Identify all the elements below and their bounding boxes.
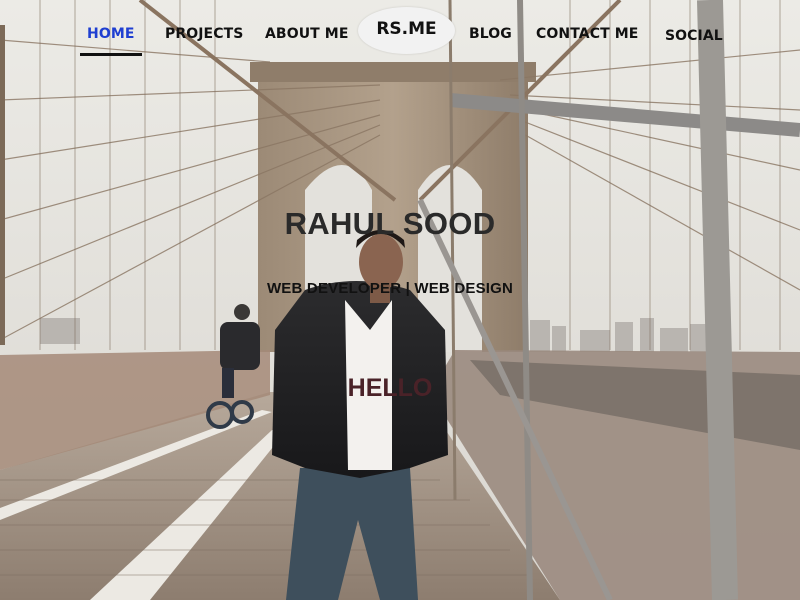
- nav-blog-link[interactable]: BLOG: [469, 26, 512, 42]
- site-logo[interactable]: RS.ME: [358, 7, 455, 54]
- nav-active-underline: [80, 53, 142, 56]
- hero-name: RAHUL SOOD: [284, 206, 496, 241]
- nav-home-link[interactable]: HOME: [87, 26, 135, 42]
- hero-subtitle: WEB DEVELOPER | WEB DESIGN: [266, 280, 514, 297]
- hero-background-photo: [0, 0, 800, 600]
- hero-greeting: HELLO: [347, 374, 433, 402]
- site-logo-text: RS.ME: [376, 18, 437, 39]
- nav-social-link[interactable]: SOCIAL: [665, 28, 723, 44]
- nav-contact-link[interactable]: CONTACT ME: [536, 26, 638, 42]
- nav-about-link[interactable]: ABOUT ME: [265, 26, 349, 42]
- main-navigation: HOME PROJECTS ABOUT ME RS.ME BLOG CONTAC…: [0, 0, 800, 70]
- nav-projects-link[interactable]: PROJECTS: [165, 26, 243, 42]
